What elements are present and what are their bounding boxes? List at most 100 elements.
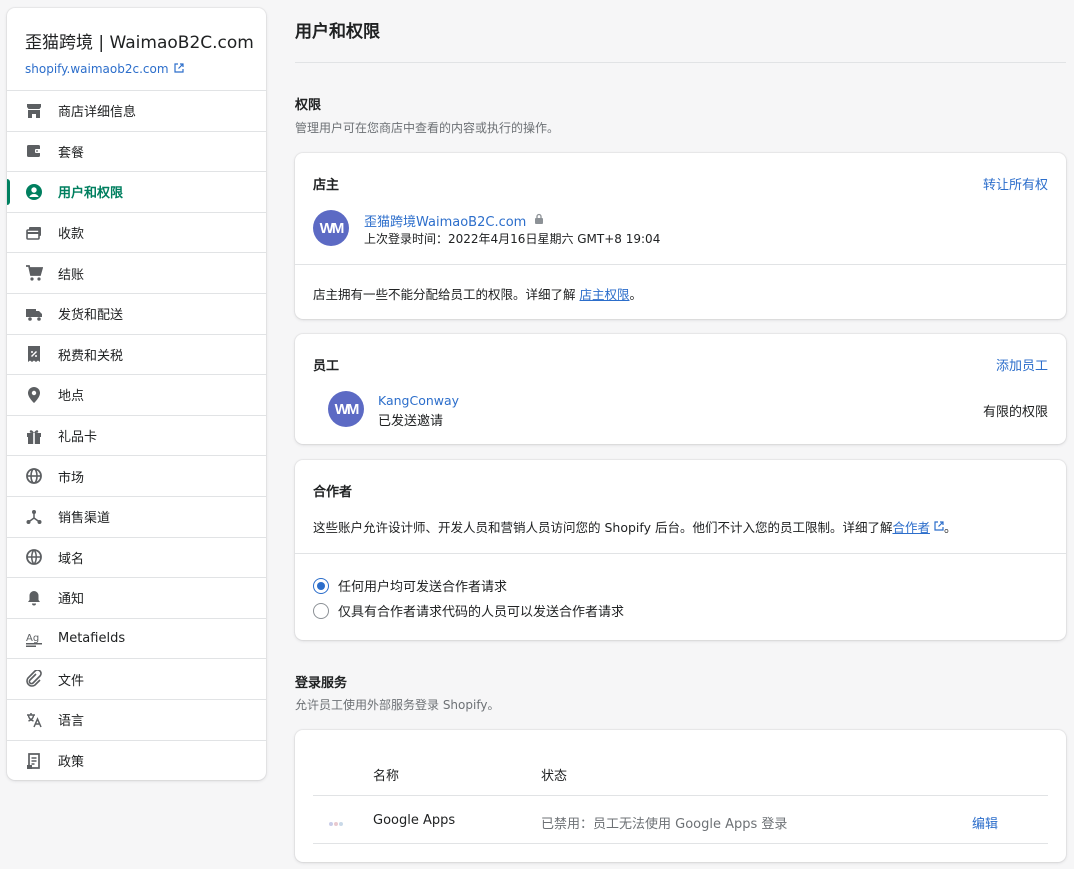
location-icon — [25, 386, 43, 404]
store-name: 歪猫跨境 | WaimaoB2C.com — [25, 33, 254, 53]
owner-permissions-link[interactable]: 店主权限 — [579, 287, 629, 302]
owner-avatar-text: WM — [319, 219, 345, 237]
title-divider — [295, 62, 1066, 63]
sidebar-item[interactable]: 销售渠道 — [7, 497, 266, 538]
sidebar-item-label: Metafields — [58, 631, 126, 647]
collaborators-learn-link[interactable]: 合作者 — [892, 517, 930, 536]
sidebar-item-label: 发货和配送 — [58, 308, 124, 324]
sidebar-item-label: 商店详细信息 — [58, 105, 137, 121]
add-staff-link[interactable]: 添加员工 — [996, 355, 1048, 374]
collaborators-card-title: 合作者 — [313, 485, 353, 500]
staff-card: 员工 添加员工 WM KangConway 已发送邀请 有限的权限 — [295, 334, 1066, 444]
owner-card: 店主 转让所有权 WM 歪猫跨境WaimaoB2C.com 上次登录时间：202… — [295, 153, 1066, 319]
store-header: 歪猫跨境 | WaimaoB2C.com shopify.waimaob2c.c… — [7, 8, 266, 91]
radio-button[interactable] — [313, 602, 329, 619]
sidebar-item[interactable]: 礼品卡 — [7, 416, 266, 457]
svg-text:Ag: Ag — [26, 633, 39, 644]
owner-name-link[interactable]: 歪猫跨境WaimaoB2C.com — [364, 211, 526, 230]
settings-sidebar: 歪猫跨境 | WaimaoB2C.com shopify.waimaob2c.c… — [7, 8, 266, 780]
store-icon — [25, 102, 43, 120]
settings-nav: 商店详细信息 套餐用户和权限收款结账发货和配送税费和关税地点礼品卡市场销售渠道域名… — [7, 91, 266, 780]
sidebar-item-label: 礼品卡 — [58, 430, 98, 446]
sidebar-item[interactable]: 发货和配送 — [7, 294, 266, 335]
owner-card-divider — [295, 264, 1066, 265]
owner-name-row: 歪猫跨境WaimaoB2C.com — [364, 211, 544, 230]
collaborators-divider — [295, 553, 1066, 554]
staff-card-title: 员工 — [313, 359, 340, 374]
sidebar-item[interactable]: 市场 — [7, 456, 266, 497]
user-icon — [25, 183, 43, 201]
collaborators-desc-suffix: 。 — [943, 520, 957, 535]
collaborators-card: 合作者 这些账户允许设计师、开发人员和营销人员访问您的 Shopify 后台。他… — [295, 460, 1066, 640]
owner-card-title: 店主 — [313, 178, 340, 193]
collab-option-code[interactable]: 仅具有合作者请求代码的人员可以发送合作者请求 — [313, 601, 624, 620]
sidebar-item[interactable]: 税费和关税 — [7, 335, 266, 376]
sidebar-item[interactable]: 语言 — [7, 700, 266, 741]
sidebar-item-label: 政策 — [58, 755, 85, 771]
store-url-link[interactable]: shopify.waimaob2c.com — [25, 62, 248, 76]
radio-button-selected[interactable] — [313, 577, 329, 594]
sidebar-item[interactable]: 用户和权限 — [7, 172, 266, 213]
table-header-divider — [313, 795, 1048, 796]
collab-option-any[interactable]: 任何用户均可发送合作者请求 — [313, 576, 507, 595]
staff-permission: 有限的权限 — [982, 405, 1048, 420]
truck-icon — [25, 305, 43, 323]
sidebar-item-label: 市场 — [58, 470, 85, 486]
owner-avatar: WM — [313, 210, 349, 246]
collaborators-desc: 这些账户允许设计师、开发人员和营销人员访问您的 Shopify 后台。他们不计入… — [313, 517, 956, 536]
owner-last-login: 上次登录时间：2022年4月16日星期六 GMT+8 19:04 — [364, 232, 661, 246]
owner-note: 店主拥有一些不能分配给员工的权限。详细了解 店主权限。 — [313, 284, 642, 303]
sidebar-item[interactable]: 商店详细信息 — [7, 91, 266, 132]
sidebar-item-label: 收款 — [58, 227, 85, 243]
sidebar-item-label: 税费和关税 — [58, 348, 124, 364]
channels-icon — [25, 508, 43, 526]
collab-option-label: 仅具有合作者请求代码的人员可以发送合作者请求 — [338, 605, 625, 620]
globe-icon — [25, 548, 43, 566]
gift-icon — [25, 427, 43, 445]
tax-icon — [25, 345, 43, 363]
sidebar-item[interactable]: 套餐 — [7, 132, 266, 173]
sidebar-item[interactable]: 域名 — [7, 538, 266, 579]
external-link-icon — [934, 519, 944, 534]
staff-name-link[interactable]: KangConway — [378, 393, 459, 408]
sidebar-item[interactable]: 政策 — [7, 741, 266, 781]
column-header-status: 状态 — [541, 769, 568, 784]
page-title: 用户和权限 — [295, 22, 380, 42]
wallet-icon — [25, 142, 43, 160]
paperclip-icon — [25, 670, 43, 688]
translate-icon — [25, 711, 43, 729]
staff-status: 已发送邀请 — [378, 414, 444, 429]
sidebar-item[interactable]: 通知 — [7, 578, 266, 619]
sidebar-item-label: 用户和权限 — [58, 186, 124, 202]
service-status: 已禁用：员工无法使用 Google Apps 登录 — [541, 817, 788, 832]
cart-icon — [25, 264, 43, 282]
sidebar-item[interactable]: 地点 — [7, 375, 266, 416]
permissions-subtitle: 管理用户可在您商店中查看的内容或执行的操作。 — [295, 121, 560, 135]
bell-icon — [25, 589, 43, 607]
transfer-ownership-link[interactable]: 转让所有权 — [983, 174, 1048, 193]
collab-option-label: 任何用户均可发送合作者请求 — [338, 580, 508, 595]
sidebar-item[interactable]: 文件 — [7, 659, 266, 700]
sidebar-item[interactable]: 收款 — [7, 213, 266, 254]
collaborators-desc-text: 这些账户允许设计师、开发人员和营销人员访问您的 Shopify 后台。他们不计入… — [313, 520, 893, 535]
sidebar-item-label: 地点 — [58, 389, 85, 405]
sidebar-item-label: 文件 — [58, 673, 85, 689]
metafields-icon: Ag — [25, 630, 43, 648]
table-bottom-divider — [313, 843, 1048, 844]
sidebar-item-label: 销售渠道 — [58, 511, 111, 527]
permissions-title: 权限 — [295, 98, 322, 113]
sidebar-item-label: 语言 — [58, 714, 85, 730]
login-services-card: 名称 状态 Google Apps 已禁用：员工无法使用 Google Apps… — [295, 730, 1066, 862]
card-icon — [25, 224, 43, 242]
edit-service-link[interactable]: 编辑 — [972, 813, 998, 832]
sidebar-item[interactable]: Ag Metafields — [7, 619, 266, 660]
sidebar-item[interactable]: 结账 — [7, 253, 266, 294]
sidebar-item-label: 域名 — [58, 551, 85, 567]
policy-icon — [25, 752, 43, 770]
store-url-text[interactable]: shopify.waimaob2c.com — [25, 62, 169, 76]
service-name: Google Apps — [373, 813, 456, 828]
external-link-icon — [173, 62, 184, 76]
google-apps-icon — [328, 817, 344, 832]
login-services-title: 登录服务 — [295, 676, 348, 691]
sidebar-item-label: 套餐 — [58, 145, 85, 161]
